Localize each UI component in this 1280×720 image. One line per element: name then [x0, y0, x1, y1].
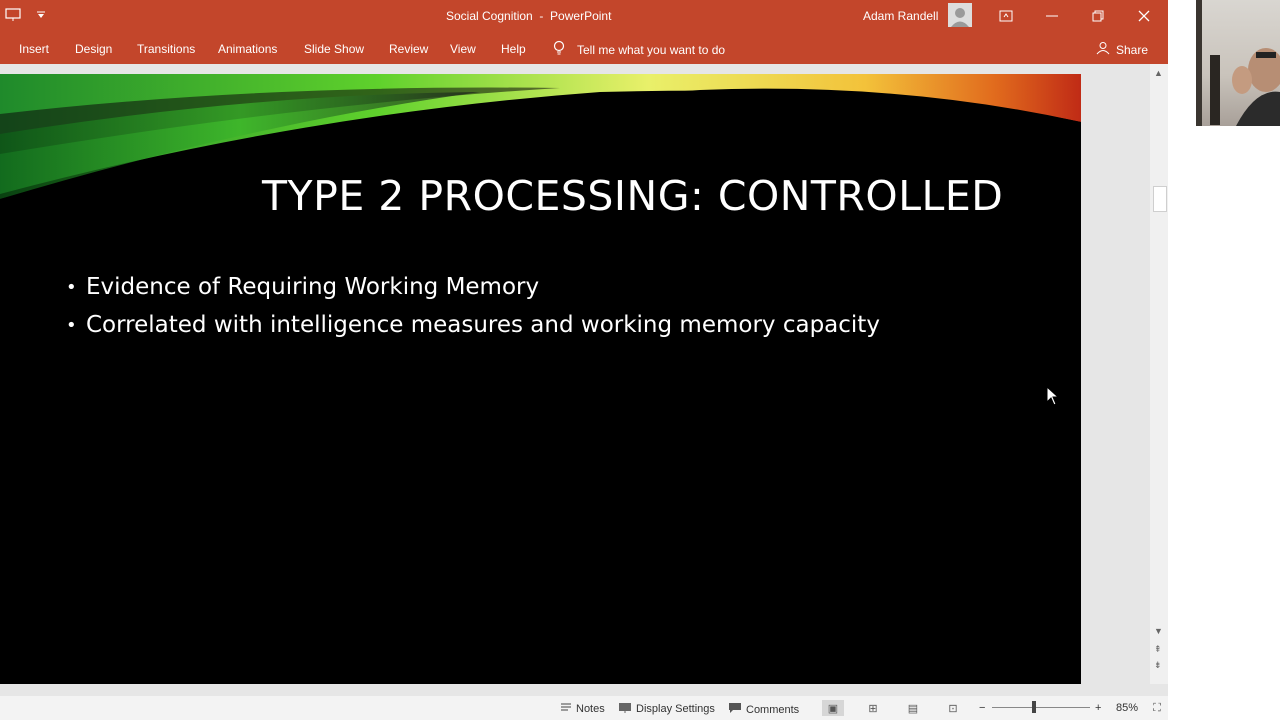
minimize-icon[interactable] — [1029, 0, 1075, 32]
bullet-item: • Correlated with intelligence measures … — [66, 306, 880, 344]
restore-icon[interactable] — [1075, 0, 1121, 32]
slideshow-icon[interactable]: ⊡ — [942, 700, 964, 716]
lightbulb-icon — [553, 40, 565, 59]
status-bar: Notes Display Settings Comments ▣ ⊞ ▤ ⊡ … — [0, 696, 1168, 720]
ribbon-tabs: Insert Design Transitions Animations Sli… — [0, 32, 1168, 64]
quick-access-dropdown-icon[interactable] — [32, 6, 50, 24]
tell-me-text: Tell me what you want to do — [577, 42, 726, 57]
user-name[interactable]: Adam Randell — [863, 9, 938, 23]
title-bar: Social Cognition - PowerPoint Adam Rande… — [0, 0, 1168, 32]
tab-design[interactable]: Design — [75, 42, 112, 56]
tab-insert[interactable]: Insert — [19, 42, 49, 56]
webcam-video — [1196, 0, 1280, 126]
display-settings-label: Display Settings — [636, 703, 715, 715]
bullet-dot: • — [66, 314, 77, 336]
display-settings-button[interactable]: Display Settings — [618, 702, 715, 716]
normal-view-icon[interactable]: ▣ — [822, 700, 844, 716]
comments-label: Comments — [746, 703, 800, 716]
notes-label: Notes — [576, 702, 605, 715]
slide-title[interactable]: TYPE 2 PROCESSING: CONTROLLED — [262, 172, 1003, 220]
tab-slide-show[interactable]: Slide Show — [304, 42, 364, 56]
notes-icon — [560, 702, 572, 715]
zoom-level[interactable]: 85% — [1116, 702, 1138, 714]
previous-slide-icon[interactable]: ⇞ — [1154, 644, 1162, 655]
slide-bullet-list[interactable]: • Evidence of Requiring Working Memory •… — [66, 268, 880, 344]
slide-canvas[interactable] — [0, 74, 1081, 684]
scroll-up-icon[interactable]: ▲ — [1154, 68, 1163, 78]
share-button[interactable]: Share — [1096, 41, 1148, 58]
bullet-text: Evidence of Requiring Working Memory — [86, 274, 540, 300]
zoom-in-icon[interactable]: + — [1095, 702, 1101, 714]
tab-view[interactable]: View — [450, 42, 476, 56]
bullet-dot: • — [66, 276, 77, 298]
scroll-thumb[interactable] — [1153, 186, 1167, 212]
account-icon[interactable] — [948, 3, 972, 27]
next-slide-icon[interactable]: ⇟ — [1154, 660, 1162, 671]
comments-icon — [728, 702, 742, 717]
bullet-item: • Evidence of Requiring Working Memory — [66, 268, 880, 306]
share-label: Share — [1116, 42, 1149, 57]
zoom-slider[interactable] — [992, 707, 1090, 708]
tab-transitions[interactable]: Transitions — [137, 42, 195, 56]
display-settings-icon — [618, 702, 632, 716]
close-icon[interactable] — [1121, 0, 1167, 32]
tell-me-box[interactable]: Tell me what you want to do — [553, 40, 725, 59]
presentation-icon[interactable] — [4, 6, 22, 24]
notes-button[interactable]: Notes — [560, 702, 605, 715]
document-title: Social Cognition - PowerPoint — [446, 9, 612, 23]
tab-review[interactable]: Review — [389, 42, 428, 56]
bullet-text: Correlated with intelligence measures an… — [86, 312, 880, 338]
slide-sorter-icon[interactable]: ⊞ — [862, 700, 884, 716]
share-person-icon — [1096, 41, 1110, 58]
mouse-cursor-icon — [1046, 385, 1060, 411]
vertical-scrollbar[interactable]: ▲ ▼ ⇞ ⇟ — [1150, 64, 1168, 684]
webcam-panel — [1168, 0, 1280, 720]
zoom-out-icon[interactable]: − — [979, 702, 985, 714]
scroll-down-icon[interactable]: ▼ — [1154, 626, 1163, 636]
ribbon-display-icon[interactable] — [983, 0, 1029, 32]
zoom-slider-thumb[interactable] — [1032, 701, 1036, 713]
reading-view-icon[interactable]: ▤ — [902, 700, 924, 716]
tab-animations[interactable]: Animations — [218, 42, 277, 56]
comments-button[interactable]: Comments — [728, 702, 799, 717]
fit-slide-icon[interactable]: ⛶ — [1146, 700, 1168, 716]
tab-help[interactable]: Help — [501, 42, 526, 56]
